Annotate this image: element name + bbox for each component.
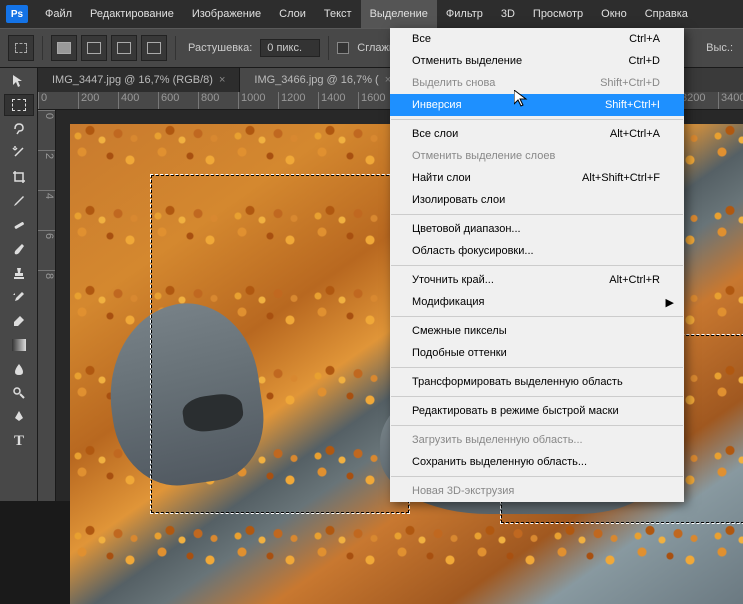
menu-item[interactable]: Область фокусировки... — [390, 240, 684, 262]
menu-item-label: Все слои — [412, 128, 458, 140]
menu-item: Отменить выделение слоев — [390, 145, 684, 167]
menu-shortcut: Alt+Ctrl+R — [609, 274, 660, 286]
selection-menu-dropdown: Все Ctrl+A Отменить выделение Ctrl+D Выделит… — [390, 28, 684, 502]
menu-item-label: Новая 3D-экструзия — [412, 485, 514, 497]
move-tool[interactable] — [4, 70, 34, 92]
menu-выделение[interactable]: Выделение — [361, 0, 437, 28]
menu-item-label: Отменить выделение — [412, 55, 522, 67]
menu-item-label: Выделить снова — [412, 77, 495, 89]
tab-label: IMG_3466.jpg @ 16,7% ( — [254, 74, 378, 86]
menu-item[interactable]: Все Ctrl+A — [390, 28, 684, 50]
menu-item[interactable]: Подобные оттенки — [390, 342, 684, 364]
menu-item[interactable]: Изолировать слои — [390, 189, 684, 211]
menu-редактирование[interactable]: Редактирование — [81, 0, 183, 28]
menu-item-label: Трансформировать выделенную область — [412, 376, 623, 388]
width-label: Выс.: — [706, 42, 733, 54]
submenu-arrow-icon: ▶ — [666, 296, 674, 309]
toolbar: T — [0, 68, 38, 501]
menubar: Ps ФайлРедактированиеИзображениеСлоиТекс… — [0, 0, 743, 28]
menu-shortcut: Alt+Shift+Ctrl+F — [582, 172, 660, 184]
document-tab[interactable]: IMG_3466.jpg @ 16,7% (× — [240, 68, 406, 92]
menu-item-label: Сохранить выделенную область... — [412, 456, 587, 468]
menu-item-label: Отменить выделение слоев — [412, 150, 555, 162]
menu-item[interactable]: Все слои Alt+Ctrl+A — [390, 123, 684, 145]
lasso-tool[interactable] — [4, 118, 34, 140]
blur-tool[interactable] — [4, 358, 34, 380]
menu-item[interactable]: Отменить выделение Ctrl+D — [390, 50, 684, 72]
menu-item[interactable]: Модификация ▶ — [390, 291, 684, 313]
menu-изображение[interactable]: Изображение — [183, 0, 270, 28]
heal-tool[interactable] — [4, 214, 34, 236]
subtract-selection-icon[interactable] — [111, 35, 137, 61]
menu-item: Загрузить выделенную область... — [390, 429, 684, 451]
feather-label: Растушевка: — [188, 42, 252, 54]
menu-фильтр[interactable]: Фильтр — [437, 0, 492, 28]
menu-item[interactable]: Цветовой диапазон... — [390, 218, 684, 240]
gradient-tool[interactable] — [4, 334, 34, 356]
stamp-tool[interactable] — [4, 262, 34, 284]
menu-окно[interactable]: Окно — [592, 0, 636, 28]
type-tool[interactable]: T — [4, 430, 34, 452]
dodge-tool[interactable] — [4, 382, 34, 404]
menu-item-label: Область фокусировки... — [412, 245, 534, 257]
menu-item-label: Редактировать в режиме быстрой маски — [412, 405, 619, 417]
selection-marquee — [150, 174, 410, 514]
menu-слои[interactable]: Слои — [270, 0, 315, 28]
tool-preset-icon[interactable] — [8, 35, 34, 61]
intersect-selection-icon[interactable] — [141, 35, 167, 61]
menu-текст[interactable]: Текст — [315, 0, 361, 28]
eyedropper-tool[interactable] — [4, 190, 34, 212]
pen-tool[interactable] — [4, 406, 34, 428]
ps-logo: Ps — [6, 5, 28, 23]
wand-tool[interactable] — [4, 142, 34, 164]
crop-tool[interactable] — [4, 166, 34, 188]
history-brush-tool[interactable] — [4, 286, 34, 308]
menu-item[interactable]: Смежные пикселы — [390, 320, 684, 342]
menu-item-label: Цветовой диапазон... — [412, 223, 521, 235]
menu-item-label: Модификация — [412, 296, 485, 308]
menu-item[interactable]: Уточнить край... Alt+Ctrl+R — [390, 269, 684, 291]
menu-item[interactable]: Сохранить выделенную область... — [390, 451, 684, 473]
menu-item-label: Подобные оттенки — [412, 347, 507, 359]
tab-label: IMG_3447.jpg @ 16,7% (RGB/8) — [52, 74, 213, 86]
brush-tool[interactable] — [4, 238, 34, 260]
add-selection-icon[interactable] — [81, 35, 107, 61]
menu-item-label: Смежные пикселы — [412, 325, 507, 337]
eraser-tool[interactable] — [4, 310, 34, 332]
menu-shortcut: Ctrl+A — [629, 33, 660, 45]
menu-shortcut: Ctrl+D — [629, 55, 660, 67]
menu-item[interactable]: Трансформировать выделенную область — [390, 371, 684, 393]
marquee-tool[interactable] — [4, 94, 34, 116]
menu-3d[interactable]: 3D — [492, 0, 524, 28]
new-selection-icon[interactable] — [51, 35, 77, 61]
menu-shortcut: Shift+Ctrl+D — [600, 77, 660, 89]
menu-item[interactable]: Редактировать в режиме быстрой маски — [390, 400, 684, 422]
menu-item[interactable]: Инверсия Shift+Ctrl+I — [390, 94, 684, 116]
menu-item-label: Изолировать слои — [412, 194, 505, 206]
menu-shortcut: Alt+Ctrl+A — [610, 128, 660, 140]
menu-item-label: Все — [412, 33, 431, 45]
menu-item: Новая 3D-экструзия — [390, 480, 684, 502]
ruler-vertical: 02468 — [38, 110, 56, 501]
menu-item-label: Уточнить край... — [412, 274, 494, 286]
document-tab[interactable]: IMG_3447.jpg @ 16,7% (RGB/8) × — [38, 68, 240, 92]
menu-item-label: Загрузить выделенную область... — [412, 434, 583, 446]
menu-item-label: Инверсия — [412, 99, 462, 111]
menu-справка[interactable]: Справка — [636, 0, 697, 28]
antialias-checkbox[interactable] — [337, 42, 349, 54]
menu-файл[interactable]: Файл — [36, 0, 81, 28]
close-icon[interactable]: × — [219, 74, 225, 86]
menu-item-label: Найти слои — [412, 172, 471, 184]
feather-input[interactable] — [260, 39, 320, 57]
menu-item[interactable]: Найти слои Alt+Shift+Ctrl+F — [390, 167, 684, 189]
menu-просмотр[interactable]: Просмотр — [524, 0, 592, 28]
menu-item: Выделить снова Shift+Ctrl+D — [390, 72, 684, 94]
menu-shortcut: Shift+Ctrl+I — [605, 99, 660, 111]
